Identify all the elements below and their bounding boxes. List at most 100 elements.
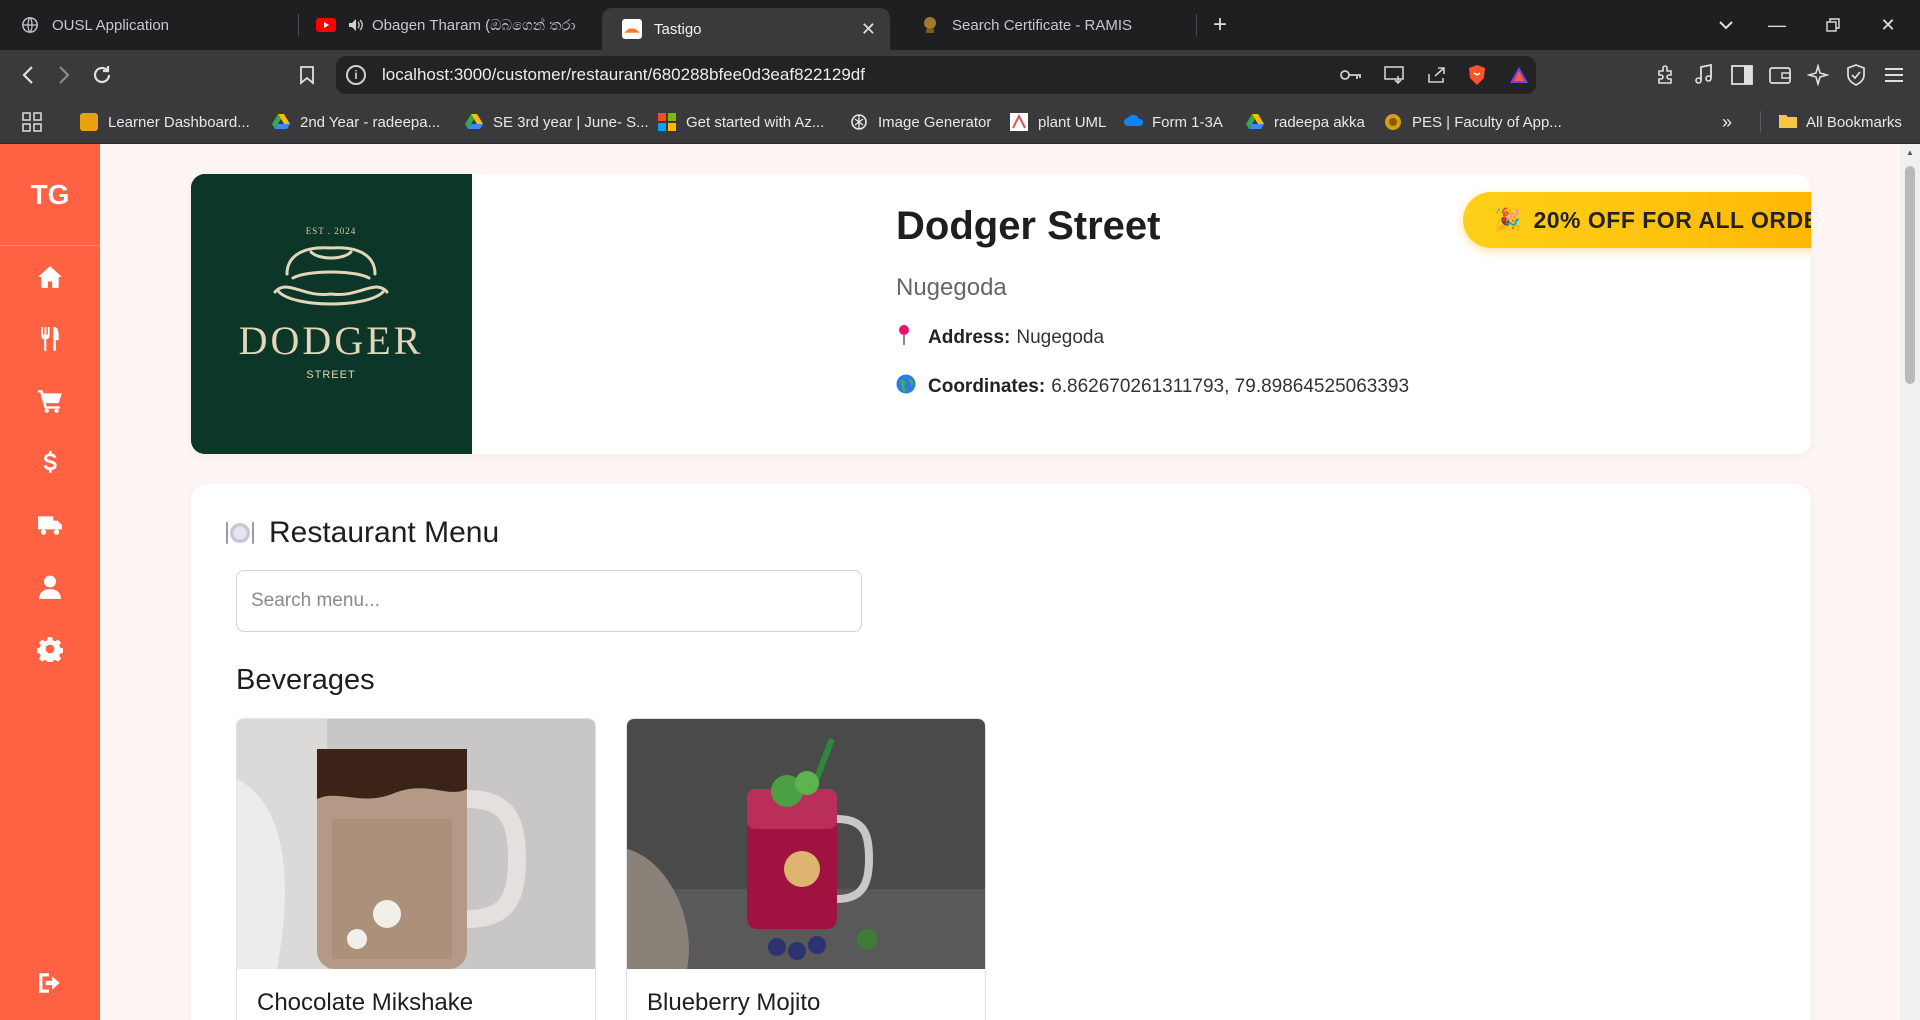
close-tab-icon[interactable]: ✕ (861, 19, 876, 40)
sidebar-item-home[interactable] (0, 252, 100, 302)
restaurant-name: Dodger Street (896, 204, 1161, 248)
bookmark-image-generator[interactable]: Image Generator (850, 100, 991, 144)
menu-icon[interactable] (1876, 50, 1912, 100)
share-icon[interactable] (1424, 63, 1450, 87)
sidebar-item-cart[interactable] (0, 376, 100, 426)
browser-toolbar: i localhost:3000/customer/restaurant/680… (0, 50, 1920, 100)
site-info-icon[interactable]: i (346, 65, 366, 85)
party-popper-icon: 🎉 (1493, 207, 1522, 232)
restaurant-city: Nugegoda (896, 274, 1007, 301)
plate-icon (225, 518, 255, 548)
sidebar-item-profile[interactable] (0, 562, 100, 612)
app-logo[interactable]: TG (0, 144, 100, 246)
menu-item-card[interactable]: Blueberry Mojito (626, 718, 986, 1020)
promo-badge[interactable]: 🎉 20% OFF FOR ALL ORDERS (1463, 192, 1811, 248)
forward-button[interactable] (46, 50, 82, 100)
coordinates-value: 6.862670261311793, 79.89864525063393 (1051, 375, 1410, 397)
all-bookmarks-label: All Bookmarks (1806, 113, 1902, 131)
menu-item-name: Blueberry Mojito (647, 989, 821, 1016)
tab-title: Obagen Tharam (ඔබගෙන් තරා (372, 16, 576, 34)
bookmark-label: SE 3rd year | June- S... (493, 113, 649, 131)
menu-item-card[interactable]: Chocolate Mikshake (236, 718, 596, 1020)
scroll-up-arrow-icon[interactable]: ▲ (1905, 148, 1915, 157)
sidebar-item-delivery[interactable] (0, 500, 100, 550)
minimize-button[interactable]: — (1749, 0, 1805, 50)
tab-tastigo[interactable]: Tastigo ✕ (602, 8, 890, 50)
leo-ai-icon[interactable] (1800, 50, 1836, 100)
drive-icon (272, 113, 290, 131)
globe-icon (20, 15, 40, 35)
new-tab-button[interactable]: + (1192, 0, 1248, 50)
settings-icon (37, 637, 63, 662)
utensils-icon (41, 327, 59, 351)
sidebar-item-menu[interactable] (0, 314, 100, 364)
tab-ousl[interactable]: OUSL Application (0, 0, 296, 50)
menu-title: Restaurant Menu (225, 516, 499, 550)
brave-rewards-icon[interactable] (1506, 63, 1532, 87)
category-title: Beverages (236, 664, 375, 696)
url-text[interactable]: localhost:3000/customer/restaurant/68028… (382, 65, 865, 85)
address-value: Nugegoda (1016, 326, 1105, 348)
more-bookmarks-chevron-icon[interactable]: » (1722, 100, 1732, 144)
bookmark-2nd-year[interactable]: 2nd Year - radeepa... (272, 100, 440, 144)
app-sidebar: TG (0, 144, 100, 1020)
bookmark-label: Form 1-3A (1152, 113, 1223, 131)
bookmark-plant-uml[interactable]: plant UML (1010, 100, 1106, 144)
cart-icon (38, 390, 62, 413)
bookmark-se-3rd-year[interactable]: SE 3rd year | June- S... (465, 100, 649, 144)
tastigo-icon (622, 19, 642, 39)
onedrive-icon (1124, 113, 1144, 131)
coordinates-label: Coordinates: (928, 375, 1046, 397)
sidebar-item-payments[interactable] (0, 438, 100, 488)
faculty-icon (1384, 113, 1402, 131)
tab-ramis[interactable]: Search Certificate - RAMIS (900, 0, 1196, 50)
all-bookmarks-folder[interactable]: All Bookmarks (1778, 100, 1902, 144)
menu-search-input[interactable] (236, 570, 862, 632)
bookmark-azure[interactable]: Get started with Az... (658, 100, 824, 144)
apps-grid-icon[interactable] (22, 100, 42, 144)
wallet-icon[interactable] (1762, 50, 1798, 100)
media-icon[interactable] (1686, 50, 1722, 100)
youtube-icon (316, 15, 336, 35)
bookmark-radeepa-akka[interactable]: radeepa akka (1246, 100, 1365, 144)
restaurant-menu-card: Restaurant Menu Beverages Chocolate Miks… (191, 484, 1811, 1020)
tab-youtube[interactable]: Obagen Tharam (ඔබගෙන් තරා (296, 0, 592, 50)
browser-tab-bar: OUSL Application Obagen Tharam (ඔබගෙන් ත… (0, 0, 1920, 50)
bookmark-learner-dashboard[interactable]: Learner Dashboard... (80, 100, 250, 144)
address-bar[interactable]: i localhost:3000/customer/restaurant/680… (336, 56, 1536, 94)
reload-button[interactable] (84, 50, 120, 100)
key-icon[interactable] (1338, 63, 1364, 87)
speaker-icon[interactable] (348, 15, 364, 35)
back-button[interactable] (10, 50, 46, 100)
restaurant-coordinates: Coordinates: 6.862670261311793, 79.89864… (896, 374, 1409, 399)
menu-title-text: Restaurant Menu (269, 516, 500, 549)
promo-text: 20% OFF FOR ALL ORDERS (1533, 206, 1811, 233)
bookmark-label: Get started with Az... (686, 113, 825, 131)
restaurant-logo-image: EST . 2024 DODGER STREET (191, 174, 472, 454)
restore-button[interactable] (1805, 0, 1861, 50)
microsoft-icon (658, 113, 676, 131)
main-content: EST . 2024 DODGER STREET Dodger Street N… (100, 144, 1900, 1020)
sidebar-item-settings[interactable] (0, 624, 100, 674)
vpn-icon[interactable] (1838, 50, 1874, 100)
extensions-icon[interactable] (1648, 50, 1684, 100)
scrollbar-thumb[interactable] (1905, 166, 1915, 384)
install-app-icon[interactable] (1382, 63, 1408, 87)
user-icon (39, 575, 61, 599)
sidebar-toggle-icon[interactable] (1724, 50, 1760, 100)
brave-shields-icon[interactable] (1464, 63, 1490, 87)
bookmark-pes-faculty[interactable]: PES | Faculty of App... (1384, 100, 1562, 144)
bookmark-form-1-3a[interactable]: Form 1-3A (1124, 100, 1223, 144)
menu-item-name: Chocolate Mikshake (257, 989, 474, 1016)
bookmark-label: radeepa akka (1274, 113, 1365, 131)
menu-item-image (237, 719, 595, 969)
tab-search-chevron-icon[interactable] (1698, 0, 1754, 50)
pin-icon (896, 324, 920, 351)
tab-title: OUSL Application (52, 16, 170, 34)
sidebar-item-logout[interactable] (0, 958, 100, 1008)
bookmark-icon[interactable] (289, 50, 325, 100)
truck-icon (38, 516, 62, 535)
close-window-button[interactable]: ✕ (1860, 0, 1916, 50)
bookmark-label: 2nd Year - radeepa... (300, 113, 441, 131)
page-scrollbar[interactable]: ▲ (1900, 144, 1920, 1020)
